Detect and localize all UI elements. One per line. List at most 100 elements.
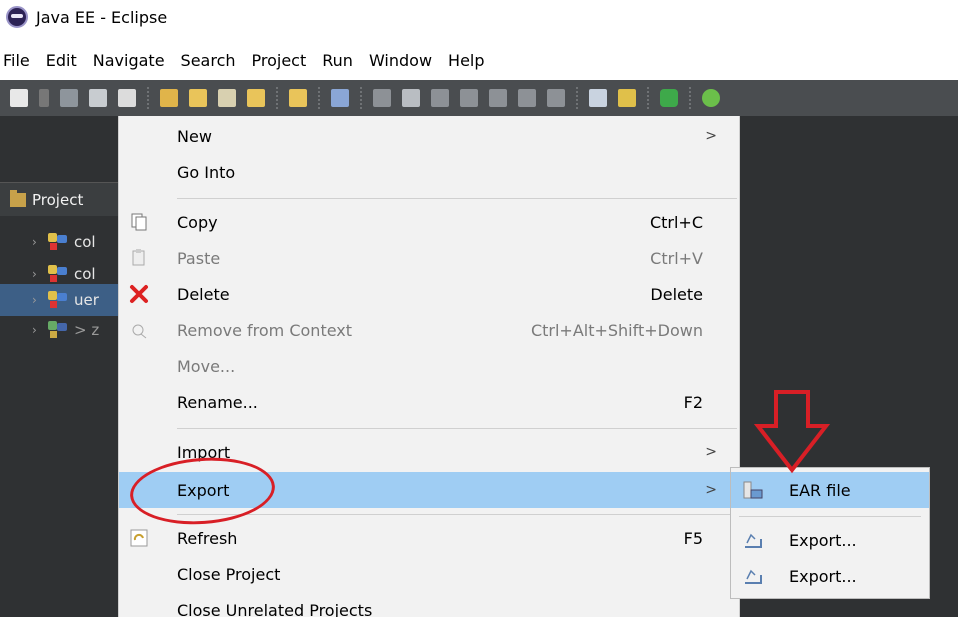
shortcut-label: F5	[683, 528, 703, 548]
toolbar-separator	[576, 87, 578, 109]
menu-edit[interactable]: Edit	[46, 51, 77, 70]
project-icon	[48, 265, 68, 283]
copy-icon	[129, 212, 149, 232]
export-wizard-icon	[743, 531, 763, 549]
menu-item-close-unrelated-projects[interactable]: Close Unrelated Projects	[119, 592, 739, 617]
menu-item-rename[interactable]: Rename... F2	[119, 384, 739, 420]
delete-icon	[129, 284, 149, 304]
dropdown-icon[interactable]	[39, 89, 49, 107]
open-folder-icon[interactable]	[189, 89, 207, 107]
menu-bar: File Edit Navigate Search Project Run Wi…	[0, 46, 501, 74]
expand-icon[interactable]: ›	[32, 267, 48, 281]
menu-item-remove-from-context[interactable]: Remove from Context Ctrl+Alt+Shift+Down	[119, 312, 739, 348]
menu-item-new[interactable]: New >	[119, 118, 739, 154]
save-all-icon[interactable]	[89, 89, 107, 107]
remove-context-icon	[129, 320, 149, 340]
terminate-icon[interactable]	[431, 89, 449, 107]
tree-item[interactable]: › col	[0, 226, 120, 258]
toolbar-separator	[276, 87, 278, 109]
print-icon[interactable]	[118, 89, 136, 107]
console-icon[interactable]	[589, 89, 607, 107]
menu-file[interactable]: File	[3, 51, 30, 70]
menu-item-copy[interactable]: Copy Ctrl+C	[119, 204, 739, 240]
menu-item-go-into[interactable]: Go Into	[119, 154, 739, 190]
tab-label: Project	[32, 190, 84, 209]
submenu-arrow-icon: >	[705, 128, 717, 144]
paste-icon	[129, 248, 149, 268]
tree-item-label: uer	[74, 291, 99, 309]
step-over-icon[interactable]	[518, 89, 536, 107]
down-arrow-annotation	[753, 390, 831, 474]
title-bar: Java EE - Eclipse	[0, 0, 958, 34]
menu-item-label: Close Unrelated Projects	[177, 600, 373, 617]
menu-run[interactable]: Run	[322, 51, 353, 70]
menu-search[interactable]: Search	[181, 51, 236, 70]
submenu-item-export[interactable]: Export...	[731, 522, 929, 558]
menu-project[interactable]: Project	[252, 51, 307, 70]
disconnect-icon[interactable]	[460, 89, 478, 107]
server-start-icon[interactable]	[660, 89, 678, 107]
toolbar-separator	[689, 87, 691, 109]
submenu-arrow-icon: >	[705, 482, 717, 498]
context-menu: New > Go Into Copy Ctrl+C Paste Ctrl+V D…	[118, 116, 740, 617]
menu-item-refresh[interactable]: Refresh F5	[119, 520, 739, 556]
tree-item-label: col	[74, 233, 96, 251]
menu-item-delete[interactable]: Delete Delete	[119, 276, 739, 312]
menu-item-label: Move...	[177, 356, 236, 376]
resume-icon[interactable]	[373, 89, 391, 107]
submenu-item-label: Export...	[789, 566, 857, 586]
toolbar-separator	[318, 87, 320, 109]
menu-help[interactable]: Help	[448, 51, 484, 70]
open-project-icon[interactable]	[160, 89, 178, 107]
skip-breakpoints-icon[interactable]	[331, 89, 349, 107]
export-submenu: EAR file Export... Export...	[730, 467, 930, 599]
spring-icon[interactable]	[702, 89, 720, 107]
ear-file-icon	[743, 481, 763, 499]
menu-separator	[177, 428, 737, 429]
menu-item-label: Refresh	[177, 528, 238, 548]
submenu-item-label: Export...	[789, 530, 857, 550]
main-toolbar	[0, 80, 958, 116]
save-icon[interactable]	[60, 89, 78, 107]
project-icon	[48, 233, 68, 251]
shortcut-label: F2	[683, 392, 703, 412]
tree-item[interactable]: › > z	[0, 314, 120, 346]
toolbar-separator	[360, 87, 362, 109]
toolbar-separator	[147, 87, 149, 109]
export-wizard-icon	[743, 567, 763, 585]
menu-window[interactable]: Window	[369, 51, 432, 70]
menu-item-label: New	[177, 126, 212, 146]
expand-icon[interactable]: ›	[32, 235, 48, 249]
folder-pen-icon[interactable]	[289, 89, 307, 107]
refresh-icon	[129, 528, 149, 548]
step-return-icon[interactable]	[547, 89, 565, 107]
expand-icon[interactable]: ›	[32, 323, 48, 337]
shortcut-label: Delete	[650, 284, 703, 304]
menu-item-close-project[interactable]: Close Project	[119, 556, 739, 592]
menu-separator	[177, 514, 737, 515]
submenu-arrow-icon: >	[705, 444, 717, 460]
new-icon[interactable]	[10, 89, 28, 107]
menu-item-paste[interactable]: Paste Ctrl+V	[119, 240, 739, 276]
folder-icon[interactable]	[247, 89, 265, 107]
use-step-filters-icon[interactable]	[618, 89, 636, 107]
menu-item-label: Remove from Context	[177, 320, 353, 340]
step-into-icon[interactable]	[489, 89, 507, 107]
submenu-item-export[interactable]: Export...	[731, 558, 929, 594]
edit-icon[interactable]	[218, 89, 236, 107]
suspend-icon[interactable]	[402, 89, 420, 107]
tree-item-selected[interactable]: › uer	[0, 284, 120, 316]
expand-icon[interactable]: ›	[32, 293, 48, 307]
submenu-item-ear-file[interactable]: EAR file	[731, 472, 929, 508]
menu-item-label: Rename...	[177, 392, 258, 412]
project-explorer-tab[interactable]: Project	[0, 182, 120, 216]
shortcut-label: Ctrl+C	[649, 212, 703, 232]
menu-item-move[interactable]: Move...	[119, 348, 739, 384]
submenu-item-label: EAR file	[789, 480, 851, 500]
menu-item-label: Close Project	[177, 564, 281, 584]
menu-item-label: Go Into	[177, 162, 236, 182]
menu-navigate[interactable]: Navigate	[93, 51, 165, 70]
menu-separator	[739, 516, 921, 517]
shortcut-label: Ctrl+Alt+Shift+Down	[530, 320, 703, 340]
menu-item-label: Paste	[177, 248, 221, 268]
